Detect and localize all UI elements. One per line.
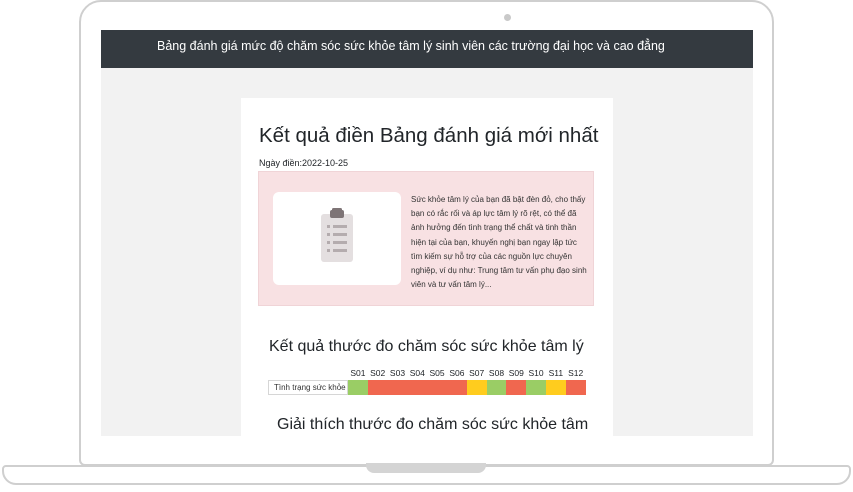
laptop-mockup: Bảng đánh giá mức độ chăm sóc sức khỏe t… bbox=[0, 0, 853, 492]
laptop-notch bbox=[366, 463, 486, 473]
fill-date: Ngày điền:2022-10-25 bbox=[259, 158, 349, 168]
scale-col-s02: S02 bbox=[370, 368, 386, 378]
scale-cell-s01 bbox=[348, 380, 368, 395]
advice-text: Sức khỏe tâm lý của bạn đã bật đèn đỏ, c… bbox=[411, 195, 587, 290]
camera-dot bbox=[504, 14, 511, 21]
scale-col-s06: S06 bbox=[449, 368, 465, 378]
scale-col-s12: S12 bbox=[568, 368, 584, 378]
clipboard-icon bbox=[321, 208, 353, 262]
scale-cell-s05 bbox=[427, 380, 447, 395]
explanation-title: Giải thích thước đo chăm sóc sức khỏe tâ… bbox=[277, 416, 589, 433]
scale-cell-s08 bbox=[486, 380, 507, 395]
scale-col-s05: S05 bbox=[429, 368, 445, 378]
scale-cell-s09 bbox=[506, 380, 527, 395]
navbar-title[interactable]: Bảng đánh giá mức độ chăm sóc sức khỏe t… bbox=[157, 39, 665, 53]
scale-cell-s10 bbox=[526, 380, 546, 395]
scale-col-s04: S04 bbox=[409, 368, 425, 378]
scale-cell-s03 bbox=[387, 380, 408, 395]
scale-title: Kết quả thước đo chăm sóc sức khỏe tâm l… bbox=[269, 338, 584, 355]
scale-col-s09: S09 bbox=[508, 368, 524, 378]
scale-col-s07: S07 bbox=[469, 368, 485, 378]
scale-cell-s07 bbox=[466, 380, 487, 395]
scale-row-label: Tình trạng sức khỏe bbox=[268, 380, 348, 395]
scale-col-s11: S11 bbox=[548, 368, 564, 378]
scale-cell-s11 bbox=[545, 380, 566, 395]
scale-col-s03: S03 bbox=[389, 368, 406, 378]
scale-col-s01: S01 bbox=[350, 368, 366, 378]
advice-thumbnail bbox=[273, 192, 401, 285]
scale-cell-s12 bbox=[565, 380, 586, 395]
scale-cells bbox=[348, 380, 586, 395]
scale-table: S01 S02 S03 S04 S05 S06 S07 S08 S09 S10 S11 S12 Tìn… bbox=[268, 368, 586, 395]
page-title: Kết quả điền Bảng đánh giá mới nhất bbox=[259, 124, 599, 147]
scale-col-s10: S10 bbox=[528, 368, 544, 378]
advice-alert: Sức khỏe tâm lý của bạn đã bật đèn đỏ, c… bbox=[258, 171, 594, 306]
scale-row: Tình trạng sức khỏe bbox=[268, 380, 586, 395]
screen: Bảng đánh giá mức độ chăm sóc sức khỏe t… bbox=[101, 30, 753, 436]
scale-cell-s06 bbox=[446, 380, 467, 395]
scale-cell-s04 bbox=[407, 380, 428, 395]
scale-col-s08: S08 bbox=[488, 368, 505, 378]
scale-header: S01 S02 S03 S04 S05 S06 S07 S08 S09 S10 S11 S12 bbox=[348, 368, 586, 380]
navbar: Bảng đánh giá mức độ chăm sóc sức khỏe t… bbox=[101, 30, 753, 68]
result-card: Kết quả điền Bảng đánh giá mới nhất Ngày… bbox=[241, 98, 613, 436]
scale-cell-s02 bbox=[367, 380, 388, 395]
